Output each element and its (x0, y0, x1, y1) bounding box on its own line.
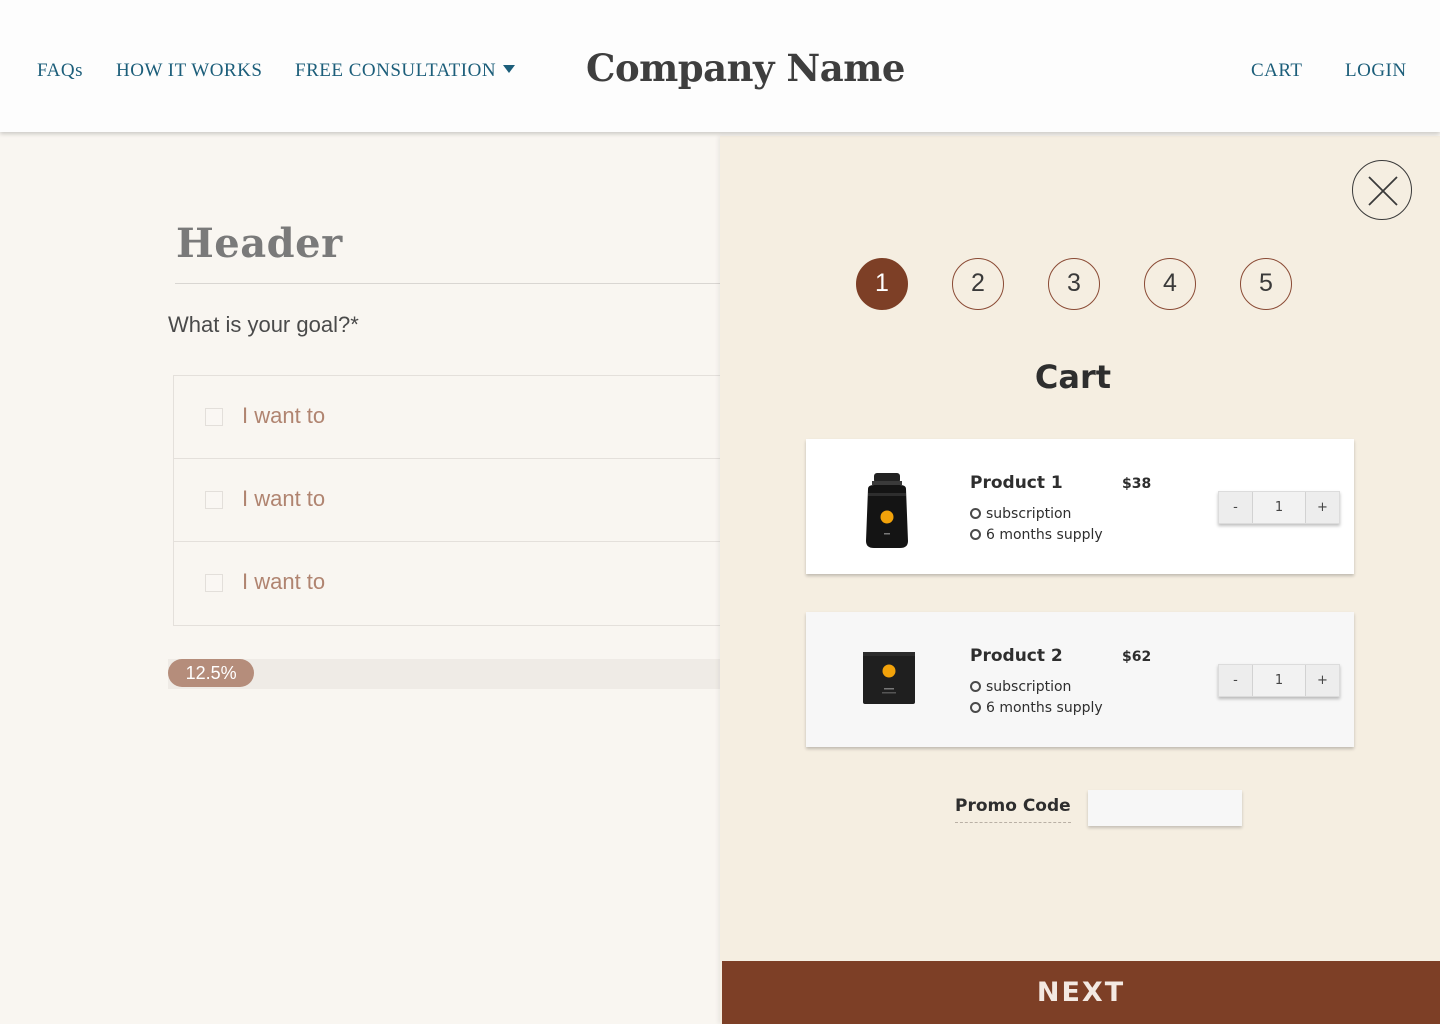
product-option-label: 6 months supply (986, 527, 1103, 543)
product-option-subscription[interactable]: subscription (970, 679, 1071, 695)
product-option-label: 6 months supply (986, 700, 1103, 716)
quantity-value[interactable]: 1 (1253, 665, 1305, 696)
next-button[interactable]: NEXT (722, 961, 1440, 1024)
goal-form-panel: Header What is your goal?* I want to I w… (0, 132, 720, 1024)
product-option-supply[interactable]: 6 months supply (970, 527, 1103, 543)
progress-fill: 12.5% (168, 659, 255, 687)
close-button[interactable] (1352, 160, 1412, 220)
radio-icon (970, 702, 981, 713)
product-price: $62 (1122, 649, 1152, 665)
goal-option[interactable]: I want to (174, 459, 720, 542)
goal-option-label: I want to (242, 569, 326, 594)
product-option-label: subscription (986, 506, 1072, 522)
goal-option[interactable]: I want to (174, 376, 720, 459)
nav-login-link[interactable]: LOGIN (1345, 60, 1407, 82)
goal-option-checkbox[interactable] (205, 491, 223, 509)
goal-options-list: I want to I want to I want to (173, 375, 720, 626)
goal-option[interactable]: I want to (174, 542, 720, 625)
step-2[interactable]: 2 (952, 258, 1004, 310)
quantity-increment-button[interactable]: + (1305, 492, 1339, 523)
cart-item: Product 2 $62 subscription 6 months supp… (806, 612, 1354, 747)
close-icon (1368, 176, 1398, 206)
nav-how-it-works-link[interactable]: HOW IT WORKS (116, 60, 262, 82)
step-4[interactable]: 4 (1144, 258, 1196, 310)
cart-title: Cart (1034, 358, 1112, 396)
promo-code-label: Promo Code (955, 796, 1071, 823)
cart-item: Product 1 $38 subscription 6 months supp… (806, 439, 1354, 574)
promo-code-input[interactable] (1088, 790, 1242, 826)
radio-icon (970, 508, 981, 519)
quantity-decrement-button[interactable]: - (1219, 492, 1253, 523)
radio-icon (970, 529, 981, 540)
product-name: Product 1 (970, 473, 1063, 493)
top-nav: FAQs HOW IT WORKS FREE CONSULTATION Comp… (0, 0, 1440, 132)
step-5[interactable]: 5 (1240, 258, 1292, 310)
product-option-subscription[interactable]: subscription (970, 506, 1071, 522)
cart-panel: 1 2 3 4 5 Cart Product 1 $38 subscriptio… (720, 136, 1440, 1024)
form-header: Header (176, 220, 343, 267)
product-option-label: subscription (986, 679, 1072, 695)
caret-down-icon (503, 65, 516, 73)
goal-option-label: I want to (242, 403, 326, 428)
goal-option-label: I want to (242, 486, 326, 511)
product-name: Product 2 (970, 646, 1063, 666)
radio-icon (970, 681, 981, 692)
header-divider (175, 283, 720, 284)
step-1[interactable]: 1 (856, 258, 908, 310)
goal-option-checkbox[interactable] (205, 408, 223, 426)
brand-logo[interactable]: Company Name (586, 46, 905, 90)
nav-cart-link[interactable]: CART (1251, 60, 1303, 82)
product-price: $38 (1122, 476, 1152, 492)
pouch-icon (863, 652, 915, 704)
quantity-stepper: - 1 + (1218, 491, 1340, 524)
progress-bar: 12.5% (168, 659, 720, 689)
quantity-decrement-button[interactable]: - (1219, 665, 1253, 696)
quantity-increment-button[interactable]: + (1305, 665, 1339, 696)
nav-faqs-link[interactable]: FAQs (37, 60, 83, 82)
product-option-supply[interactable]: 6 months supply (970, 700, 1103, 716)
goal-question: What is your goal?* (168, 312, 359, 337)
nav-free-consultation-label: FREE CONSULTATION (295, 60, 497, 81)
step-3[interactable]: 3 (1048, 258, 1100, 310)
quantity-value[interactable]: 1 (1253, 492, 1305, 523)
goal-option-checkbox[interactable] (205, 574, 223, 592)
quantity-stepper: - 1 + (1218, 664, 1340, 697)
nav-free-consultation-dropdown[interactable]: FREE CONSULTATION (295, 60, 516, 82)
jar-icon (866, 473, 908, 548)
